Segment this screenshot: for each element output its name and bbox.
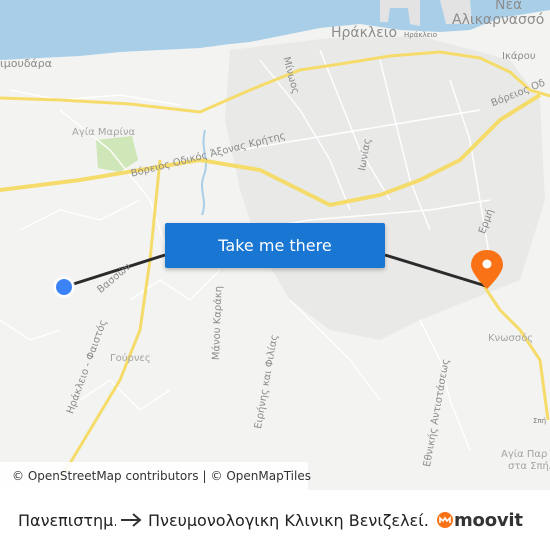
map-label-amoudara: ιμουδάρα — [0, 57, 53, 70]
openmaptiles-attribution-link[interactable]: © OpenMapTiles — [211, 469, 311, 483]
map-label-ikarou: Ικάρου — [502, 51, 536, 62]
map-label-agia-paraskevi-2: στα Σπήλ — [508, 461, 550, 472]
map-label-agia-paraskevi-1: Αγία Παρ — [501, 449, 548, 460]
map-label-alikarnassos: Αλικαρνασσό — [452, 12, 545, 28]
moovit-logo-text: moovit — [454, 509, 523, 531]
map-attribution: © OpenStreetMap contributors | © OpenMap… — [0, 462, 311, 490]
moovit-logo[interactable]: moovit — [436, 510, 523, 531]
route-arrow-icon — [120, 513, 144, 527]
map[interactable]: Ηράκλειο Ηράκλειο Νέα Αλικαρνασσό ιμουδά… — [0, 0, 550, 490]
park-area — [96, 136, 138, 172]
take-me-there-button[interactable]: Take me there — [165, 223, 385, 268]
road-knossos — [478, 279, 550, 421]
moovit-logo-icon — [437, 512, 453, 528]
highway-irakleio-faistos — [58, 159, 162, 481]
map-label-agia-marina: Αγία Μαρίνα — [72, 127, 136, 138]
route-footer: Πανεπιστημ… Πνευμονολογικη Κλινικη Βενιζ… — [0, 490, 550, 550]
map-label-nea: Νέα — [495, 0, 523, 13]
origin-marker[interactable] — [54, 277, 74, 297]
attribution-separator: | — [202, 469, 207, 483]
map-label-knossos: Κνωσσός — [488, 333, 534, 344]
river-line — [201, 129, 207, 216]
map-label-spi: Σπή — [533, 417, 547, 425]
destination-marker-dot — [482, 259, 492, 269]
map-label-gournes: Γούρνες — [110, 353, 151, 364]
osm-attribution-link[interactable]: © OpenStreetMap contributors — [12, 469, 198, 483]
map-label-herakleio-small: Ηράκλειο — [404, 31, 438, 39]
route-origin-name: Πανεπιστημ… — [18, 510, 116, 530]
map-label-herakleio: Ηράκλειο — [331, 25, 398, 41]
route-destination-name: Πνευμονολογικη Κλινικη Βενιζελεί… — [148, 510, 428, 530]
